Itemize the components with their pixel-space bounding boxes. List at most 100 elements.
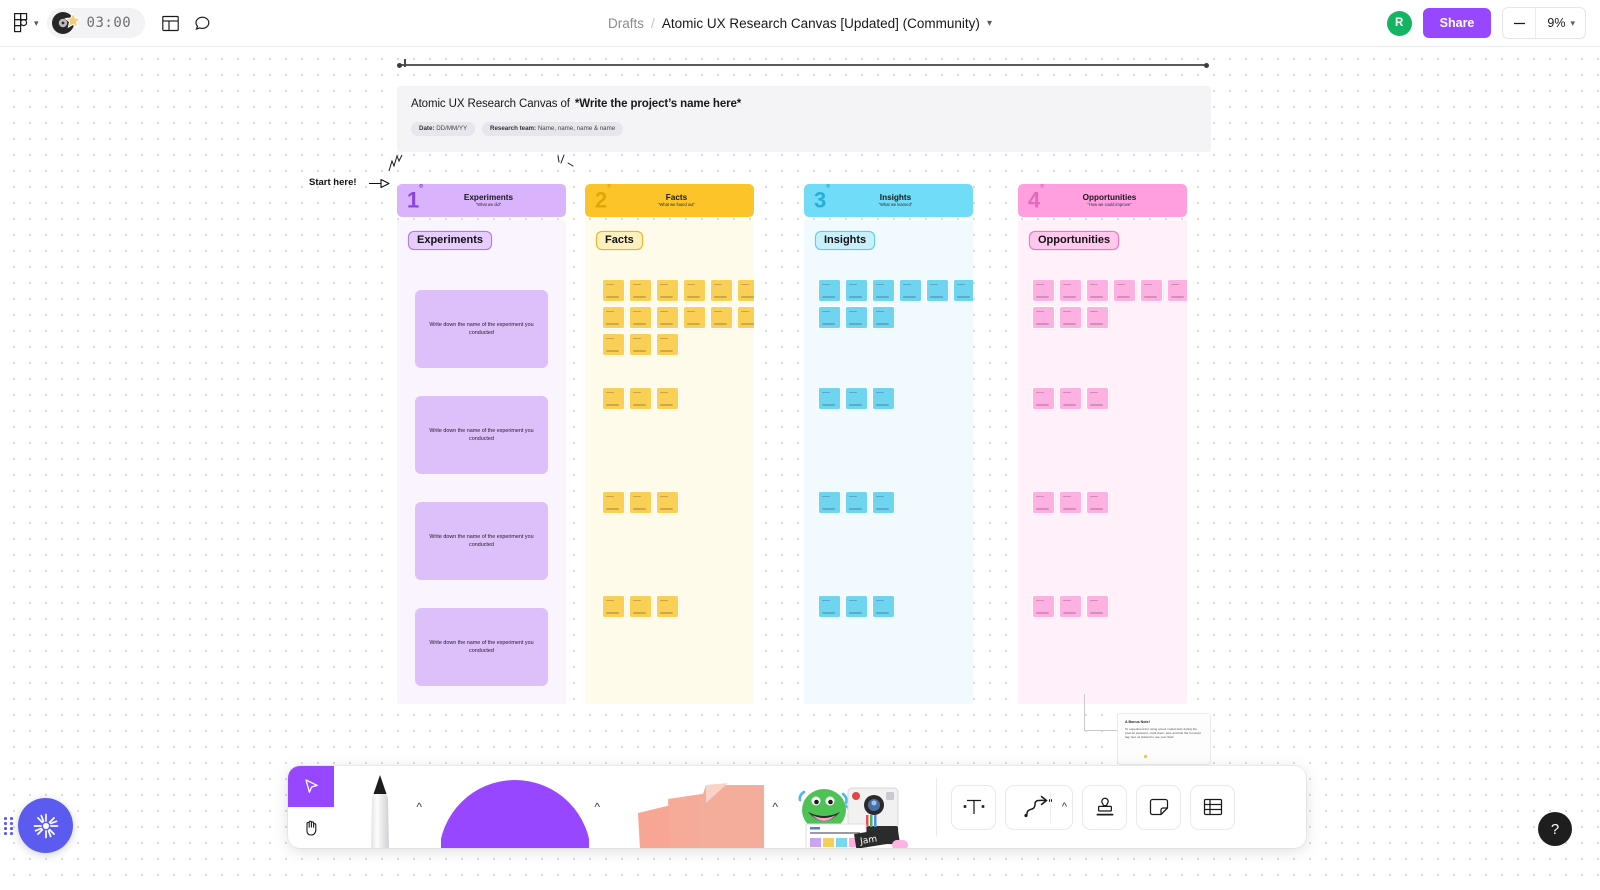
sticky-note[interactable] [1141, 280, 1162, 301]
sticky-note[interactable] [1168, 280, 1187, 301]
sticky-note[interactable] [873, 307, 894, 328]
sticky-note[interactable] [1033, 280, 1054, 301]
share-button[interactable]: Share [1422, 8, 1492, 38]
column-chip-experiments[interactable]: Experiments [409, 232, 492, 249]
sticky-note[interactable] [657, 388, 678, 409]
sticky-note[interactable] [630, 596, 651, 617]
sticky-note[interactable] [657, 307, 678, 328]
sticky-note[interactable] [873, 280, 894, 301]
sticky-note[interactable] [1060, 492, 1081, 513]
avatar[interactable]: R [1386, 10, 1412, 36]
widget-icon[interactable] [1136, 784, 1181, 830]
sticky-note[interactable] [738, 307, 754, 328]
sticky-note[interactable] [1033, 307, 1054, 328]
sunburst-icon[interactable] [18, 798, 73, 853]
zoom-level-dropdown[interactable]: 9% ▾ [1536, 8, 1585, 38]
pen-expand-chevron-up-icon[interactable]: ^ [416, 801, 422, 813]
column-chip-facts[interactable]: Facts [597, 232, 642, 249]
sticky-note[interactable] [684, 307, 705, 328]
sticky-note[interactable] [684, 280, 705, 301]
experiment-card[interactable]: Write down the name of the experiment yo… [415, 396, 548, 474]
comment-bubble-icon[interactable] [187, 8, 217, 38]
column-chip-insights[interactable]: Insights [816, 232, 875, 249]
sticky-note[interactable] [1087, 388, 1108, 409]
sticky-note[interactable] [1033, 596, 1054, 617]
table-icon[interactable] [1190, 784, 1235, 830]
connector-arrow-icon[interactable]: ^ [1005, 784, 1073, 830]
sticky-note[interactable] [603, 388, 624, 409]
sticky-note[interactable] [1060, 388, 1081, 409]
canvas-surface[interactable]: Atomic UX Research Canvas of *Write the p… [0, 46, 1600, 890]
sticky-note[interactable] [900, 280, 921, 301]
main-menu-group[interactable]: ▾ [6, 8, 39, 38]
sticky-note[interactable] [1060, 596, 1081, 617]
experiment-card[interactable]: Write down the name of the experiment yo… [415, 502, 548, 580]
timer-widget[interactable]: 03:00 [46, 8, 146, 38]
experiment-card[interactable]: Write down the name of the experiment yo… [415, 290, 548, 368]
date-pill[interactable]: Date: DD/MM/YY [411, 122, 476, 136]
sticky-note[interactable] [846, 596, 867, 617]
column-header-experiments[interactable]: 1º Experiments “What we did” [397, 184, 566, 217]
sticky-note[interactable] [630, 388, 651, 409]
selection-handle-left[interactable] [397, 62, 402, 68]
sticky-note[interactable] [873, 596, 894, 617]
shape-tool[interactable]: ^ [426, 766, 604, 848]
help-button[interactable]: ? [1538, 812, 1572, 846]
sticky-note[interactable] [873, 492, 894, 513]
sticky-note[interactable] [819, 388, 840, 409]
column-header-facts[interactable]: 2º Facts “What we found out” [585, 184, 754, 217]
hand-pan-icon[interactable] [288, 807, 334, 848]
sticky-note[interactable] [954, 280, 973, 301]
sticky-note[interactable] [711, 280, 732, 301]
zoom-out-button[interactable] [1503, 8, 1537, 38]
sticky-note[interactable] [603, 334, 624, 355]
stamp-icon[interactable] [1082, 784, 1127, 830]
sticky-note[interactable] [657, 596, 678, 617]
shape-expand-chevron-up-icon[interactable]: ^ [594, 801, 600, 813]
bonus-note-card[interactable]: A Bonus Note! To experiment for using co… [1118, 714, 1210, 764]
sticky-note[interactable] [819, 307, 840, 328]
sticky-note[interactable] [927, 280, 948, 301]
sticky-note[interactable] [819, 492, 840, 513]
sticky-note[interactable] [846, 388, 867, 409]
cursor-arrow-icon[interactable] [288, 766, 334, 807]
research-team-pill[interactable]: Research team: Name, name, name & name [482, 122, 624, 136]
sticky-note[interactable] [819, 596, 840, 617]
sticky-note[interactable] [603, 596, 624, 617]
file-menu-chevron-down-icon[interactable]: ▾ [987, 18, 992, 29]
text-T-icon[interactable] [951, 784, 996, 830]
breadcrumb-drafts[interactable]: Drafts [608, 16, 644, 31]
sticky-note[interactable] [657, 492, 678, 513]
pen-marker-tool[interactable]: ^ [334, 766, 426, 848]
column-header-opportunities[interactable]: 4º Opportunities “How we could improve” [1018, 184, 1187, 217]
sticky-note[interactable] [1114, 280, 1135, 301]
sticky-note[interactable] [846, 280, 867, 301]
sticky-note[interactable] [711, 307, 732, 328]
selection-handle-right[interactable] [1204, 62, 1209, 68]
sticky-note[interactable] [1060, 280, 1081, 301]
layout-grid-icon[interactable] [155, 8, 185, 38]
figma-logo-icon[interactable] [6, 8, 36, 38]
column-chip-opportunities[interactable]: Opportunities [1030, 232, 1119, 249]
sticky-note[interactable] [738, 280, 754, 301]
sticky-note[interactable] [1087, 280, 1108, 301]
sticky-note[interactable] [630, 492, 651, 513]
sticky-note[interactable] [1060, 307, 1081, 328]
sticky-note[interactable] [630, 334, 651, 355]
file-title[interactable]: Atomic UX Research Canvas [Updated] (Com… [662, 16, 980, 31]
sticky-note[interactable] [1033, 388, 1054, 409]
sticky-note[interactable] [1087, 596, 1108, 617]
sticky-note[interactable] [1087, 492, 1108, 513]
sticky-note[interactable] [1087, 307, 1108, 328]
stickers-media-tool[interactable]: Jam [782, 766, 930, 848]
sticky-note[interactable] [603, 307, 624, 328]
sticky-note[interactable] [630, 280, 651, 301]
sticky-note[interactable] [657, 280, 678, 301]
connector-expand-chevron-up-icon[interactable]: ^ [1062, 801, 1067, 813]
sticky-note[interactable] [603, 492, 624, 513]
sticky-note[interactable] [630, 307, 651, 328]
sticky-note[interactable] [846, 307, 867, 328]
sticky-expand-chevron-up-icon[interactable]: ^ [772, 801, 778, 813]
sticky-note[interactable] [657, 334, 678, 355]
menu-chevron-down-icon[interactable]: ▾ [34, 18, 39, 29]
